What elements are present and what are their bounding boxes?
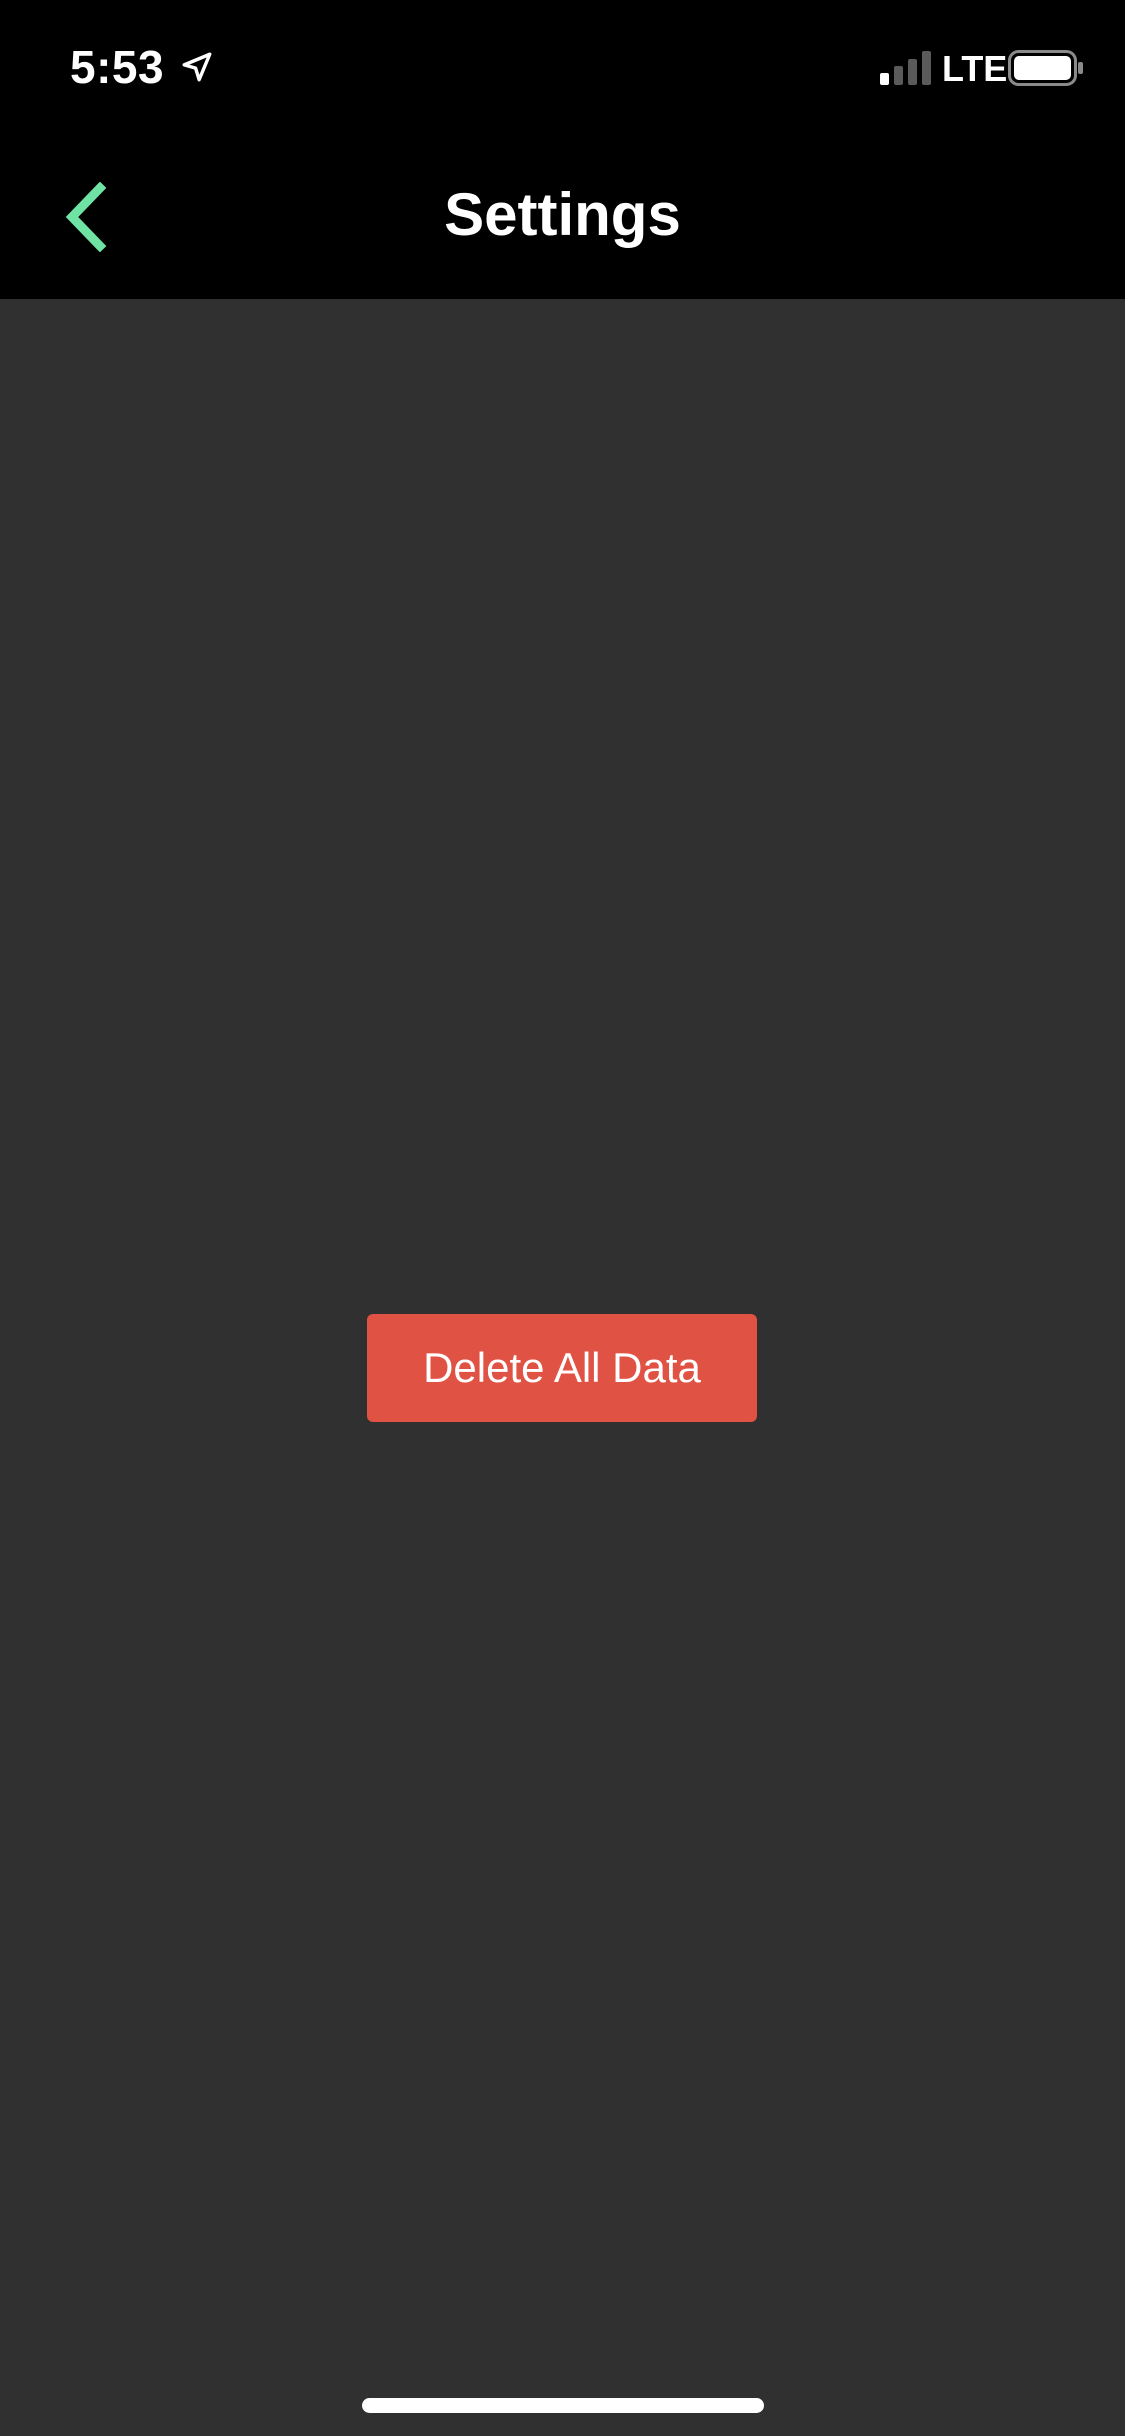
delete-all-data-button[interactable]: Delete All Data <box>367 1314 757 1422</box>
status-bar: 5:53 LTE <box>0 0 1125 132</box>
page-title: Settings <box>444 181 681 248</box>
network-type-label: LTE <box>942 48 1008 89</box>
cellular-signal-icon <box>880 51 931 85</box>
home-indicator[interactable] <box>362 2398 764 2413</box>
status-time: 5:53 <box>70 41 165 93</box>
location-arrow-icon <box>182 52 212 82</box>
settings-content: Delete All Data <box>0 299 1125 2436</box>
battery-icon <box>1008 50 1083 86</box>
navigation-bar: Settings <box>0 132 1125 299</box>
